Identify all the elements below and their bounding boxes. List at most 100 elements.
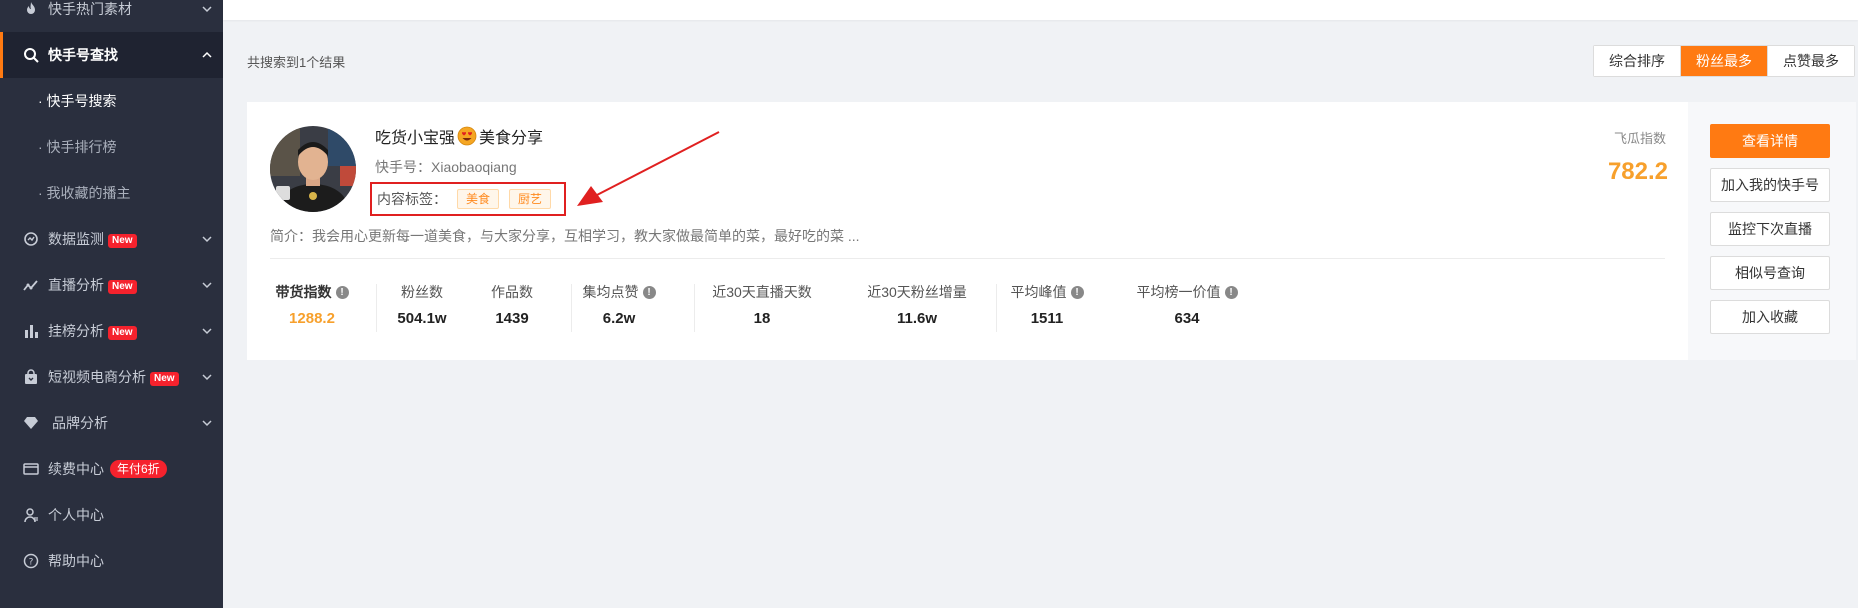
avatar[interactable] <box>270 126 356 212</box>
sidebar-item-ecommerce-analysis[interactable]: 短视频电商分析 New <box>0 354 223 400</box>
stat-label: 作品数 <box>491 284 533 300</box>
action-panel: 查看详情 加入我的快手号 监控下次直播 相似号查询 加入收藏 <box>1688 102 1856 360</box>
stat-label: 近30天直播天数 <box>712 284 812 300</box>
heart-eyes-emoji-icon <box>457 126 477 146</box>
feigua-index-label: 飞瓜指数 <box>1613 131 1666 146</box>
sidebar-item-label: 品牌分析 <box>52 415 108 431</box>
account-name-suffix: 美食分享 <box>479 130 544 147</box>
stat-fans: 粉丝数 504.1w <box>382 282 462 338</box>
shopping-bag-icon <box>22 368 40 386</box>
sidebar-item-label: 个人中心 <box>48 507 104 523</box>
divider <box>996 284 997 332</box>
sidebar: 快手热门素材 快手号查找 · 快手号搜索 · 快手排行榜 · 我收藏的播主 数据… <box>0 0 223 608</box>
stat-value: 1439 <box>495 310 529 327</box>
stat-avg-peak: 平均峰值! 1511 <box>1007 282 1087 338</box>
divider <box>694 284 695 332</box>
add-my-account-button[interactable]: 加入我的快手号 <box>1710 168 1830 202</box>
account-intro: 简介：我会用心更新每一道美食，与大家分享，互相学习，教大家做最简单的菜，最好吃的… <box>270 228 860 244</box>
chevron-down-icon <box>202 236 212 243</box>
similar-account-button[interactable]: 相似号查询 <box>1710 256 1830 290</box>
svg-text:?: ? <box>29 558 34 568</box>
help-icon[interactable]: ! <box>335 285 349 299</box>
account-name-text: 吃货小宝强 <box>375 130 456 147</box>
search-icon <box>22 46 40 64</box>
sidebar-item-personal[interactable]: 个人中心 <box>0 492 223 538</box>
stat-value: 18 <box>753 310 771 327</box>
sidebar-item-label: 快手号查找 <box>48 47 118 63</box>
user-icon <box>22 506 40 524</box>
new-badge: New <box>108 280 137 294</box>
sidebar-item-label: 挂榜分析 <box>48 323 104 339</box>
tags-label: 内容标签： <box>377 191 447 207</box>
card-icon <box>22 460 40 478</box>
result-count: 共搜索到1个结果 <box>247 55 346 70</box>
stat-sales-index: 带货指数! 1288.2 <box>270 282 354 338</box>
stat-value: 634 <box>1174 310 1200 327</box>
result-card: 吃货小宝强 美食分享 快手号：Xiaobaoqiang 内容标签： 美食 厨艺 … <box>247 102 1688 360</box>
stat-value: 1288.2 <box>289 310 335 327</box>
content-tags-highlight: 内容标签： 美食 厨艺 <box>370 182 566 216</box>
stat-label: 近30天粉丝增量 <box>867 284 967 300</box>
chevron-down-icon <box>202 6 212 13</box>
sidebar-item-brand-analysis[interactable]: 品牌分析 <box>0 400 223 446</box>
sidebar-item-account-search[interactable]: 快手号查找 <box>0 32 223 78</box>
new-badge: New <box>150 372 179 386</box>
sort-button-group: 综合排序 粉丝最多 点赞最多 <box>1593 45 1855 77</box>
help-icon[interactable]: ! <box>1224 285 1238 299</box>
sidebar-item-hot-material[interactable]: 快手热门素材 <box>0 0 223 32</box>
sidebar-subitem-ranking[interactable]: · 快手排行榜 <box>0 124 223 170</box>
stat-label: 带货指数 <box>275 284 332 300</box>
stat-label: 粉丝数 <box>401 284 443 300</box>
sidebar-item-rank-analysis[interactable]: 挂榜分析 New <box>0 308 223 354</box>
stat-value: 1511 <box>1030 310 1064 327</box>
chevron-down-icon <box>202 420 212 427</box>
feigua-index-value: 782.2 <box>1607 158 1668 185</box>
content-tag[interactable]: 厨艺 <box>509 189 552 209</box>
new-badge: New <box>108 326 137 340</box>
view-details-button[interactable]: 查看详情 <box>1710 124 1830 158</box>
sidebar-item-live-analysis[interactable]: 直播分析 New <box>0 262 223 308</box>
top-header-strip <box>223 0 1858 20</box>
new-badge: New <box>108 234 137 248</box>
sidebar-item-label: 短视频电商分析 <box>48 369 146 385</box>
sort-most-likes-button[interactable]: 点赞最多 <box>1768 46 1854 76</box>
divider <box>270 258 1665 259</box>
sort-comprehensive-button[interactable]: 综合排序 <box>1594 46 1681 76</box>
bar-chart-icon <box>22 322 40 340</box>
monitor-icon <box>22 230 40 248</box>
sort-most-fans-button[interactable]: 粉丝最多 <box>1681 46 1768 76</box>
account-id: 快手号：Xiaobaoqiang <box>375 159 517 175</box>
stats-row: 带货指数! 1288.2 粉丝数 504.1w 作品数 1439 集均点赞! 6… <box>247 282 1688 338</box>
stat-fan-growth: 近30天粉丝增量 11.6w <box>847 282 987 338</box>
sidebar-subitem-favorites[interactable]: · 我收藏的播主 <box>0 170 223 216</box>
stat-label: 集均点赞 <box>582 284 639 300</box>
sidebar-item-label: 快手热门素材 <box>48 1 132 17</box>
help-icon[interactable]: ! <box>642 285 656 299</box>
stat-value: 504.1w <box>397 310 447 327</box>
help-icon[interactable]: ! <box>1070 285 1084 299</box>
account-name[interactable]: 吃货小宝强 美食分享 <box>375 124 543 148</box>
sidebar-item-help[interactable]: ? 帮助中心 <box>0 538 223 584</box>
divider <box>571 284 572 332</box>
fire-icon <box>22 0 40 18</box>
sidebar-item-renewal[interactable]: 续费中心 年付6折 <box>0 446 223 492</box>
chevron-down-icon <box>202 374 212 381</box>
trend-icon <box>22 276 40 294</box>
stat-label: 平均峰值 <box>1010 284 1067 300</box>
content-tag[interactable]: 美食 <box>457 189 500 209</box>
monitor-next-live-button[interactable]: 监控下次直播 <box>1710 212 1830 246</box>
sidebar-item-data-monitor[interactable]: 数据监测 New <box>0 216 223 262</box>
discount-badge: 年付6折 <box>110 460 167 478</box>
stat-value: 11.6w <box>896 310 938 327</box>
sidebar-item-label: 数据监测 <box>48 231 104 247</box>
add-favorite-button[interactable]: 加入收藏 <box>1710 300 1830 334</box>
divider <box>376 284 377 332</box>
stat-avg-likes: 集均点赞! 6.2w <box>577 282 661 338</box>
chevron-down-icon <box>202 282 212 289</box>
sidebar-subitem-search[interactable]: · 快手号搜索 <box>0 78 223 124</box>
sidebar-item-label: 帮助中心 <box>48 553 104 569</box>
stat-works: 作品数 1439 <box>477 282 547 338</box>
chevron-down-icon <box>202 328 212 335</box>
stat-label: 平均榜一价值 <box>1136 284 1221 300</box>
annotation-arrow-icon <box>577 131 720 206</box>
